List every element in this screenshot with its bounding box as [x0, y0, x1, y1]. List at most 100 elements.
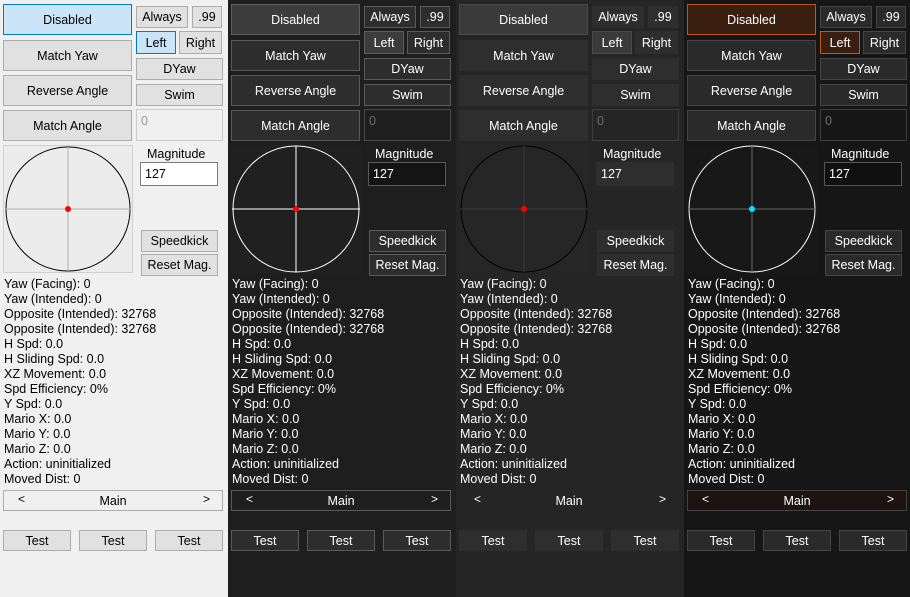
dyaw-button[interactable]: DYaw [136, 58, 223, 80]
tab-next-arrow[interactable]: > [431, 492, 438, 506]
tab-main[interactable]: Main [4, 494, 222, 508]
reset-magnitude-button[interactable]: Reset Mag. [825, 254, 902, 276]
test-button-3[interactable]: Test [155, 530, 223, 551]
left-button[interactable]: Left [136, 31, 176, 54]
angle-input[interactable]: 0 [136, 109, 223, 141]
test-button-2[interactable]: Test [307, 530, 375, 551]
ninety-nine-button[interactable]: .99 [876, 6, 906, 28]
stat-line: Mario X: 0.0 [460, 412, 528, 426]
test-button-1[interactable]: Test [459, 530, 527, 551]
angle-input[interactable]: 0 [364, 109, 451, 141]
stat-line: Mario X: 0.0 [688, 412, 756, 426]
tab-main[interactable]: Main [232, 494, 450, 508]
tab-bar: < Main > [3, 490, 223, 511]
ninety-nine-button[interactable]: .99 [648, 6, 678, 28]
always-button[interactable]: Always [136, 6, 188, 28]
dyaw-button[interactable]: DYaw [592, 58, 679, 80]
dyaw-button[interactable]: DYaw [820, 58, 907, 80]
match-yaw-button[interactable]: Match Yaw [231, 40, 360, 71]
ninety-nine-button[interactable]: .99 [192, 6, 222, 28]
stat-line: H Spd: 0.0 [232, 337, 292, 351]
test-button-1[interactable]: Test [687, 530, 755, 551]
magnitude-input[interactable]: 127 [596, 162, 674, 186]
left-button[interactable]: Left [364, 31, 404, 54]
stat-line: Yaw (Facing): 0 [688, 277, 775, 291]
joystick-control[interactable] [687, 145, 817, 273]
reset-magnitude-button[interactable]: Reset Mag. [597, 254, 674, 276]
right-button[interactable]: Right [635, 31, 678, 54]
right-button[interactable]: Right [407, 31, 450, 54]
tab-main[interactable]: Main [460, 494, 678, 508]
always-button[interactable]: Always [820, 6, 872, 28]
stat-line: Y Spd: 0.0 [688, 397, 747, 411]
disabled-mode-button[interactable]: Disabled [687, 4, 816, 35]
stat-line: Spd Efficiency: 0% [688, 382, 792, 396]
tab-next-arrow[interactable]: > [887, 492, 894, 506]
stat-line: Action: uninitialized [232, 457, 340, 471]
test-button-2[interactable]: Test [535, 530, 603, 551]
magnitude-input[interactable]: 127 [368, 162, 446, 186]
panel-dark-theme: Disabled Always .99 Match Yaw Left Right… [228, 0, 456, 597]
reset-magnitude-button[interactable]: Reset Mag. [369, 254, 446, 276]
match-angle-button[interactable]: Match Angle [231, 110, 360, 141]
joystick-control[interactable] [459, 145, 589, 273]
stat-line: Y Spd: 0.0 [460, 397, 519, 411]
tab-next-arrow[interactable]: > [659, 492, 666, 506]
magnitude-input[interactable]: 127 [824, 162, 902, 186]
speedkick-button[interactable]: Speedkick [141, 230, 218, 252]
ninety-nine-button[interactable]: .99 [420, 6, 450, 28]
stat-line: H Sliding Spd: 0.0 [4, 352, 105, 366]
joystick-control[interactable] [3, 145, 133, 273]
stat-line: Opposite (Intended): 32768 [460, 307, 613, 321]
right-button[interactable]: Right [179, 31, 222, 54]
test-button-3[interactable]: Test [383, 530, 451, 551]
match-yaw-button[interactable]: Match Yaw [459, 40, 588, 71]
joystick-control[interactable] [231, 145, 361, 273]
swim-button[interactable]: Swim [592, 84, 679, 106]
panel-flat-dark-theme: Disabled Always .99 Match Yaw Left Right… [456, 0, 684, 597]
always-button[interactable]: Always [592, 6, 644, 28]
speedkick-button[interactable]: Speedkick [825, 230, 902, 252]
match-yaw-button[interactable]: Match Yaw [3, 40, 132, 71]
swim-button[interactable]: Swim [364, 84, 451, 106]
dyaw-button[interactable]: DYaw [364, 58, 451, 80]
tab-main[interactable]: Main [688, 494, 906, 508]
reset-magnitude-button[interactable]: Reset Mag. [141, 254, 218, 276]
match-yaw-button[interactable]: Match Yaw [687, 40, 816, 71]
left-button[interactable]: Left [820, 31, 860, 54]
magnitude-input[interactable]: 127 [140, 162, 218, 186]
left-button[interactable]: Left [592, 31, 632, 54]
swim-button[interactable]: Swim [136, 84, 223, 106]
magnitude-label: Magnitude [831, 146, 890, 161]
stat-line: Mario X: 0.0 [232, 412, 300, 426]
swim-button[interactable]: Swim [820, 84, 907, 106]
panel-light-theme: Disabled Always .99 Match Yaw Left Right… [0, 0, 228, 597]
match-angle-button[interactable]: Match Angle [3, 110, 132, 141]
stat-line: Opposite (Intended): 32768 [688, 307, 841, 321]
disabled-mode-button[interactable]: Disabled [231, 4, 360, 35]
stat-line: H Sliding Spd: 0.0 [232, 352, 333, 366]
test-button-1[interactable]: Test [231, 530, 299, 551]
test-button-3[interactable]: Test [611, 530, 679, 551]
angle-input[interactable]: 0 [820, 109, 907, 141]
reverse-angle-button[interactable]: Reverse Angle [459, 75, 588, 106]
always-button[interactable]: Always [364, 6, 416, 28]
disabled-mode-button[interactable]: Disabled [459, 4, 588, 35]
test-button-3[interactable]: Test [839, 530, 907, 551]
test-button-2[interactable]: Test [79, 530, 147, 551]
match-angle-button[interactable]: Match Angle [687, 110, 816, 141]
test-button-2[interactable]: Test [763, 530, 831, 551]
stat-line: Moved Dist: 0 [4, 472, 81, 486]
tab-next-arrow[interactable]: > [203, 492, 210, 506]
right-button[interactable]: Right [863, 31, 906, 54]
reverse-angle-button[interactable]: Reverse Angle [687, 75, 816, 106]
reverse-angle-button[interactable]: Reverse Angle [3, 75, 132, 106]
reverse-angle-button[interactable]: Reverse Angle [231, 75, 360, 106]
speedkick-button[interactable]: Speedkick [369, 230, 446, 252]
test-button-1[interactable]: Test [3, 530, 71, 551]
angle-input[interactable]: 0 [592, 109, 679, 141]
disabled-mode-button[interactable]: Disabled [3, 4, 132, 35]
speedkick-button[interactable]: Speedkick [597, 230, 674, 252]
stat-line: XZ Movement: 0.0 [460, 367, 563, 381]
match-angle-button[interactable]: Match Angle [459, 110, 588, 141]
